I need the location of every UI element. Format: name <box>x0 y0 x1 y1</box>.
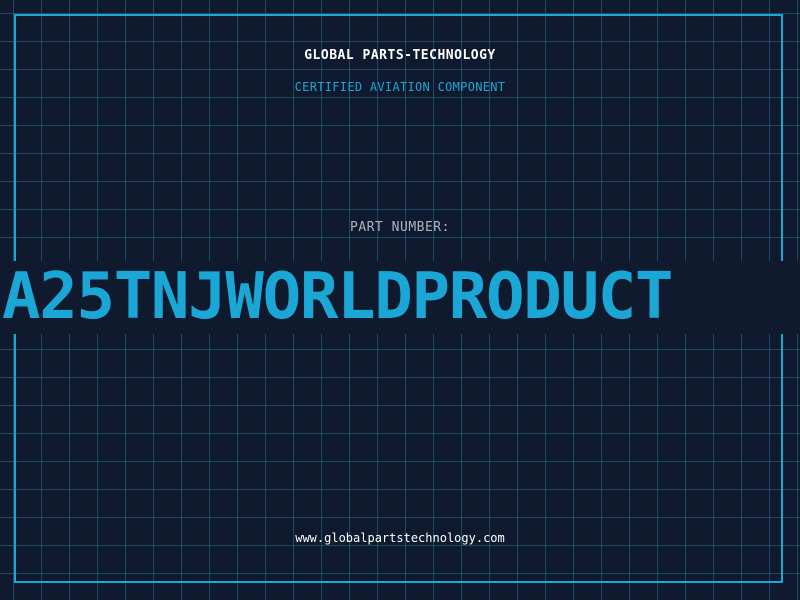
certification-tagline: CERTIFIED AVIATION COMPONENT <box>294 80 506 94</box>
brand-title: GLOBAL PARTS-TECHNOLOGY <box>304 48 496 63</box>
website-url: www.globalpartstechnology.com <box>295 531 505 545</box>
part-number-label: PART NUMBER: <box>350 220 450 235</box>
part-number-band: A25TNJWORLDPRODUCT <box>0 261 800 334</box>
part-number-value: A25TNJWORLDPRODUCT <box>2 261 673 334</box>
